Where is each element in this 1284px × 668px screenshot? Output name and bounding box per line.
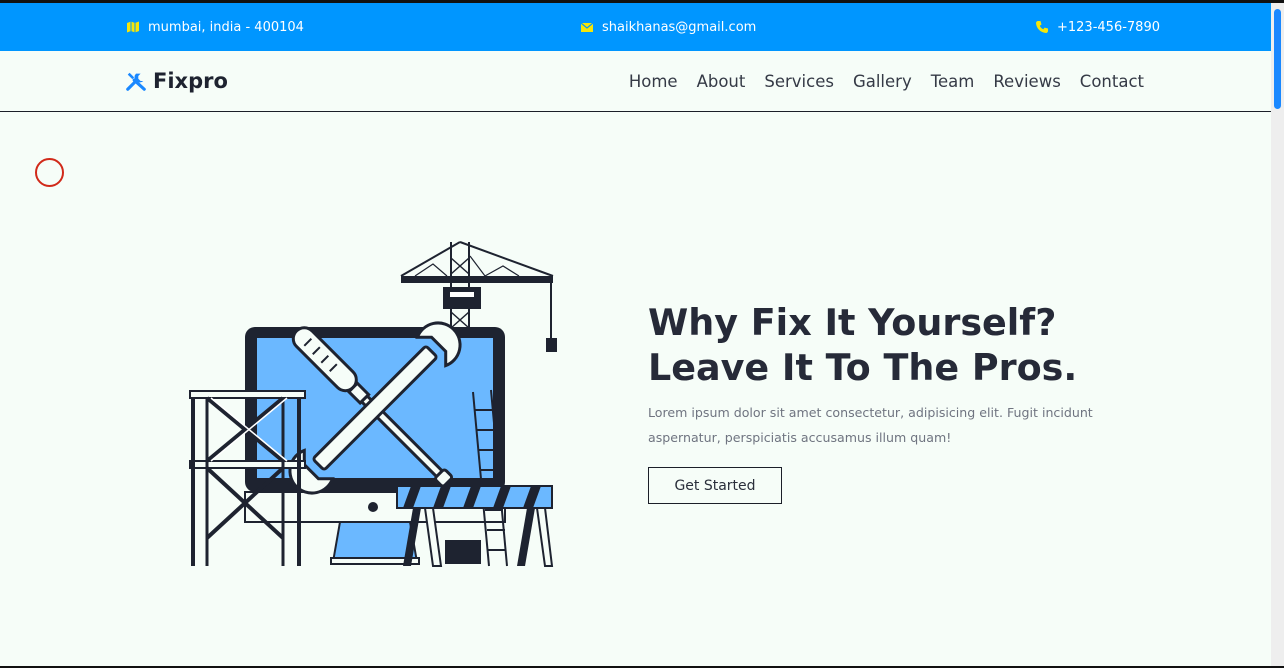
get-started-button[interactable]: Get Started <box>648 467 782 504</box>
logo-text: Fixpro <box>153 69 228 93</box>
email-info[interactable]: shaikhanas@gmail.com <box>580 3 756 51</box>
repair-illustration <box>189 241 557 567</box>
email-text[interactable]: shaikhanas@gmail.com <box>602 20 756 35</box>
hero-title-line-1: Why Fix It Yourself? <box>648 301 1057 344</box>
tools-icon <box>125 70 147 92</box>
map-icon <box>126 20 140 34</box>
nav-link-gallery[interactable]: Gallery <box>853 72 912 91</box>
hero-description: Lorem ipsum dolor sit amet consectetur, … <box>648 405 1093 445</box>
hero-title-line-2: Leave It To The Pros. <box>648 346 1078 389</box>
phone-icon <box>1035 20 1049 34</box>
top-info-bar: mumbai, india - 400104 shaikhanas@gmail.… <box>0 3 1271 51</box>
cursor-indicator <box>35 158 64 187</box>
barrier-illustration <box>396 485 554 567</box>
site-logo[interactable]: Fixpro <box>125 51 228 111</box>
page-scrollbar[interactable] <box>1271 3 1284 668</box>
nav-link-home[interactable]: Home <box>629 72 678 91</box>
nav-link-contact[interactable]: Contact <box>1080 72 1144 91</box>
hero-title: Why Fix It Yourself? Leave It To The Pro… <box>648 300 1208 390</box>
nav-link-reviews[interactable]: Reviews <box>993 72 1060 91</box>
phone-info[interactable]: +123-456-7890 <box>1035 3 1160 51</box>
nav-link-services[interactable]: Services <box>764 72 834 91</box>
phone-text[interactable]: +123-456-7890 <box>1057 20 1160 35</box>
location-info: mumbai, india - 400104 <box>126 3 304 51</box>
nav-link-about[interactable]: About <box>697 72 746 91</box>
main-navbar: Fixpro Home About Services Gallery Team … <box>0 51 1271 112</box>
main-nav: Home About Services Gallery Team Reviews… <box>629 51 1144 111</box>
scrollbar-thumb[interactable] <box>1274 9 1281 109</box>
location-text: mumbai, india - 400104 <box>148 19 304 35</box>
envelope-icon <box>580 20 594 34</box>
nav-link-team[interactable]: Team <box>931 72 975 91</box>
